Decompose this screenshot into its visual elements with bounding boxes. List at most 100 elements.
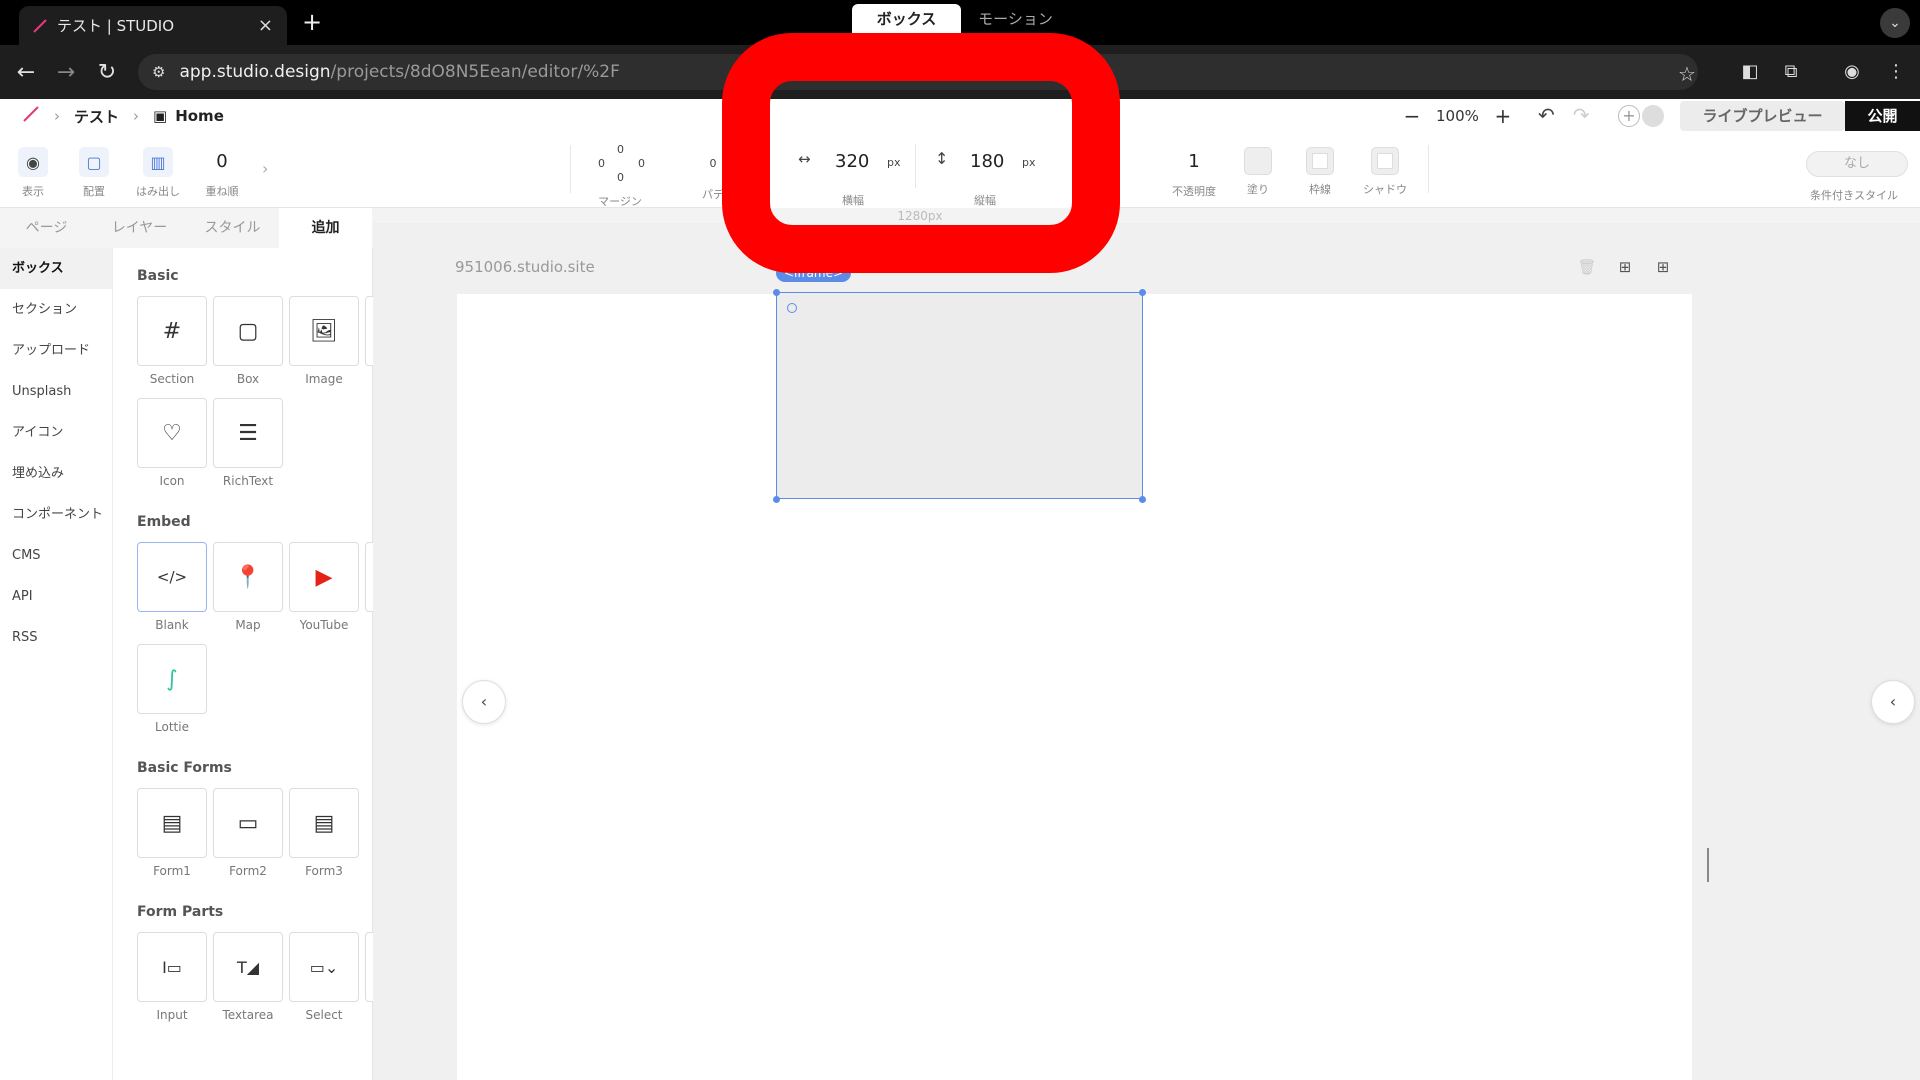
margin-bottom[interactable]: 0	[617, 171, 624, 184]
anchor-icon[interactable]	[787, 303, 797, 313]
category-item[interactable]: ボックス	[0, 248, 112, 289]
category-item[interactable]: セクション	[0, 289, 112, 330]
left-panel-tabs: ページ レイヤー スタイル 追加	[0, 208, 373, 248]
palette-item-blank[interactable]: </> Blank	[137, 542, 207, 632]
opacity-tool[interactable]: 1 不透明度	[1172, 147, 1216, 199]
browser-tab[interactable]: テスト | STUDIO ×	[19, 6, 287, 45]
element-palette: Basic # Section ▢ Box 🖼 Image T Text ♡ Icon ☰ RichTe…	[113, 248, 373, 1080]
palette-item-label: RichText	[222, 474, 274, 488]
border-tool[interactable]: 枠線	[1305, 147, 1335, 197]
margin-left[interactable]: 0	[598, 157, 605, 170]
palette-item-form2[interactable]: ▭ Form2	[213, 788, 283, 878]
palette-item-lottie[interactable]: ∫ Lottie	[137, 644, 207, 734]
overflow-tool[interactable]: ▥ はみ出し	[136, 147, 180, 199]
redo-icon[interactable]: ↷	[1573, 103, 1590, 129]
trash-icon[interactable]: 🗑	[1576, 256, 1598, 278]
chevron-right-icon[interactable]: ›	[262, 159, 268, 178]
category-item[interactable]: API	[0, 576, 112, 617]
resize-handle[interactable]	[1139, 496, 1146, 503]
opacity-label: 不透明度	[1172, 185, 1216, 198]
close-tab-icon[interactable]: ×	[258, 15, 273, 36]
bookmark-star-icon[interactable]: ☆	[1678, 62, 1696, 86]
palette-item-label: Text	[365, 372, 373, 386]
zorder-value[interactable]: 0	[200, 147, 244, 177]
palette-item-youtube[interactable]: ▶ YouTube	[289, 542, 359, 632]
palette-item-text[interactable]: T Text	[365, 296, 373, 386]
zoom-level[interactable]: 100%	[1436, 107, 1479, 125]
border-label: 枠線	[1309, 183, 1331, 196]
add-member-icon[interactable]: +	[1618, 105, 1640, 127]
add-page-above-icon[interactable]: ⊞	[1614, 256, 1636, 278]
category-item[interactable]: 埋め込み	[0, 453, 112, 494]
zorder-tool[interactable]: 0 重ね順	[200, 147, 244, 199]
palette-item-select[interactable]: ▭⌄ Select	[289, 932, 359, 1022]
conditional-style-label: 条件付きスタイル	[1810, 189, 1898, 202]
site-settings-icon[interactable]: ⚙	[152, 63, 165, 81]
avatar[interactable]	[1642, 105, 1664, 127]
scrollbar[interactable]	[1707, 848, 1709, 882]
category-item[interactable]: RSS	[0, 617, 112, 658]
undo-icon[interactable]: ↶	[1538, 103, 1555, 129]
browser-menu-icon[interactable]: ⋮	[1884, 60, 1908, 84]
live-preview-button[interactable]: ライブプレビュー	[1680, 101, 1845, 131]
palette-item-input[interactable]: I▭ Input	[137, 932, 207, 1022]
tab-add[interactable]: 追加	[279, 208, 372, 248]
margin-top[interactable]: 0	[617, 143, 624, 156]
eye-icon: ◉	[18, 147, 48, 177]
category-item[interactable]: アイコン	[0, 412, 112, 453]
expand-right-panel-button[interactable]: ‹	[1871, 680, 1915, 724]
palette-item-vimeo[interactable]: v Vimeo	[365, 542, 373, 632]
palette-item-label: Select	[305, 1008, 343, 1022]
palette-item-form1[interactable]: ▤ Form1	[137, 788, 207, 878]
tab-motion[interactable]: モーション	[961, 4, 1070, 34]
margin-right[interactable]: 0	[638, 157, 645, 170]
category-item[interactable]: コンポーネント	[0, 494, 112, 535]
tab-box[interactable]: ボックス	[852, 4, 961, 34]
align-tool[interactable]: ▢ 配置	[78, 147, 110, 199]
back-arrow-icon[interactable]: ←	[12, 59, 40, 87]
publish-button[interactable]: 公開	[1845, 101, 1920, 131]
add-page-below-icon[interactable]: ⊞	[1652, 256, 1674, 278]
fill-tool[interactable]: 塗り	[1243, 147, 1273, 197]
puzzle-extensions-icon[interactable]: ⧉	[1779, 60, 1803, 84]
palette-item-box[interactable]: ▢ Box	[213, 296, 283, 386]
url-host: app.studio.design	[179, 62, 331, 82]
category-item[interactable]: Unsplash	[0, 371, 112, 412]
palette-item-radio[interactable]: ○— Radio	[365, 932, 373, 1022]
studio-logo-icon[interactable]	[22, 105, 40, 127]
zoom-in-button[interactable]: +	[1493, 104, 1513, 128]
palette-item-icon[interactable]: ♡ Icon	[137, 398, 207, 488]
palette-item-map[interactable]: 📍 Map	[213, 542, 283, 632]
profile-avatar-icon[interactable]: ◉	[1840, 60, 1864, 84]
resize-handle[interactable]	[773, 496, 780, 503]
resize-handle[interactable]	[773, 289, 780, 296]
palette-item-form3[interactable]: ▤ Form3	[289, 788, 359, 878]
selected-iframe-element[interactable]	[776, 292, 1143, 499]
toolbar-divider	[1428, 145, 1429, 193]
tab-layers[interactable]: レイヤー	[93, 208, 186, 248]
breadcrumb-page[interactable]: Home	[175, 107, 224, 125]
tab-search-icon[interactable]: ⌄	[1880, 8, 1910, 38]
tab-styles[interactable]: スタイル	[186, 208, 279, 248]
zoom-out-button[interactable]: −	[1402, 104, 1422, 128]
margin-tool[interactable]: 0 0 0 0 マージン	[590, 143, 650, 209]
conditional-style-button[interactable]: なし	[1806, 151, 1908, 177]
new-tab-button[interactable]: +	[300, 8, 324, 36]
palette-item-richtext[interactable]: ☰ RichText	[213, 398, 283, 488]
breadcrumb-project[interactable]: テスト	[74, 106, 119, 127]
opacity-value[interactable]: 1	[1182, 147, 1206, 177]
forward-arrow-icon[interactable]: →	[52, 59, 80, 87]
extension-icon[interactable]: ◧	[1738, 60, 1762, 84]
palette-item-textarea[interactable]: T◢ Textarea	[213, 932, 283, 1022]
palette-item-section[interactable]: # Section	[137, 296, 207, 386]
shadow-tool[interactable]: シャドウ	[1360, 147, 1410, 197]
display-tool[interactable]: ◉ 表示	[17, 147, 49, 199]
form3-icon: ▤	[289, 788, 359, 858]
category-item[interactable]: CMS	[0, 535, 112, 576]
category-item[interactable]: アップロード	[0, 330, 112, 371]
palette-item-image[interactable]: 🖼 Image	[289, 296, 359, 386]
tab-pages[interactable]: ページ	[0, 208, 93, 248]
resize-handle[interactable]	[1139, 289, 1146, 296]
collapse-left-panel-button[interactable]: ‹	[462, 680, 506, 724]
reload-icon[interactable]: ↻	[93, 59, 121, 87]
